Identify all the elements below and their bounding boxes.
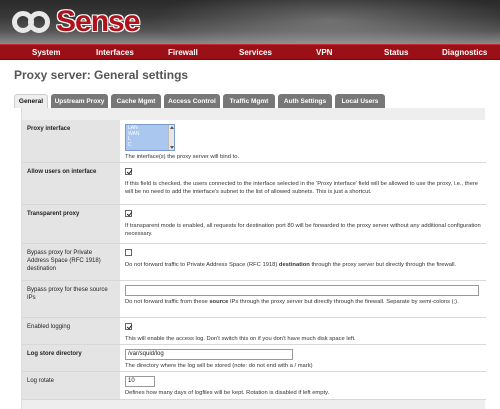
listbox-scrollbar[interactable] xyxy=(168,125,174,150)
row-bypass-private: Bypass proxy for Private Address Space (… xyxy=(22,244,486,281)
row-log-rotate: Log rotate 10 Defines how many days of l… xyxy=(22,372,486,400)
log-rotate-input[interactable]: 10 xyxy=(125,376,155,387)
tab-local-users[interactable]: Local Users xyxy=(335,94,385,108)
tab-auth-settings[interactable]: Auth Settings xyxy=(278,94,332,108)
log-rotate-label: Log rotate xyxy=(22,372,120,399)
row-log-directory: Log store directory /var/squid/log The d… xyxy=(22,345,486,372)
tab-cache-mgmt[interactable]: Cache Mgmt xyxy=(111,94,161,108)
nav-system[interactable]: System xyxy=(32,48,60,57)
bypass-private-description: Do not forward traffic to Private Addres… xyxy=(125,262,457,268)
tab-upstream-proxy[interactable]: Upstream Proxy xyxy=(51,94,108,108)
bypass-source-description: Do not forward traffic from these source… xyxy=(125,299,459,305)
nav-firewall[interactable]: Firewall xyxy=(168,48,198,57)
allow-users-label: Allow users on interface xyxy=(22,163,120,204)
tab-general[interactable]: General xyxy=(14,94,48,108)
top-nav: System Interfaces Firewall Services VPN … xyxy=(0,44,500,60)
row-transparent-proxy: Transparent proxy If transparent mode is… xyxy=(22,205,486,244)
row-logging: Enabled logging This will enable the acc… xyxy=(22,318,486,345)
logo-icon xyxy=(12,7,52,37)
row-allow-users: Allow users on interface If this field i… xyxy=(22,163,486,205)
logo[interactable]: Sense xyxy=(12,5,140,38)
logging-label: Enabled logging xyxy=(22,318,120,344)
row-bypass-source: Bypass proxy for these source IPs Do not… xyxy=(22,281,486,318)
proxy-interface-select[interactable]: LAN WAN L C xyxy=(125,124,175,151)
header-banner: Sense xyxy=(0,0,500,44)
transparent-proxy-checkbox[interactable] xyxy=(125,210,132,217)
nav-interfaces[interactable]: Interfaces xyxy=(96,48,134,57)
page-title: Proxy server: General settings xyxy=(14,68,189,82)
bypass-source-label: Bypass proxy for these source IPs xyxy=(22,281,120,317)
proxy-interface-label: Proxy interface xyxy=(22,120,120,162)
header-decoration xyxy=(120,0,500,44)
transparent-proxy-description: If transparent mode is enabled, all requ… xyxy=(125,223,481,237)
tab-traffic-mgmt[interactable]: Traffic Mgmt xyxy=(223,94,275,108)
bypass-source-input[interactable] xyxy=(125,285,479,296)
log-directory-input[interactable]: /var/squid/log xyxy=(125,349,293,360)
nav-vpn[interactable]: VPN xyxy=(316,48,332,57)
log-rotate-description: Defines how many days of logfiles will b… xyxy=(125,390,330,396)
row-proxy-interface: Proxy interface LAN WAN L C The interfac… xyxy=(22,120,486,163)
logging-checkbox[interactable] xyxy=(125,323,132,330)
logging-description: This will enable the access log. Don't s… xyxy=(125,336,356,342)
nav-diagnostics[interactable]: Diagnostics xyxy=(442,48,487,57)
bypass-private-checkbox[interactable] xyxy=(125,249,132,256)
allow-users-checkbox[interactable] xyxy=(125,168,132,175)
settings-form: Proxy interface LAN WAN L C The interfac… xyxy=(21,108,486,409)
transparent-proxy-label: Transparent proxy xyxy=(22,205,120,243)
allow-users-description: If this field is checked, the users conn… xyxy=(125,181,479,195)
bypass-private-label: Bypass proxy for Private Address Space (… xyxy=(22,244,120,280)
nav-services[interactable]: Services xyxy=(239,48,272,57)
nav-status[interactable]: Status xyxy=(384,48,408,57)
proxy-interface-description: The interface(s) the proxy server will b… xyxy=(125,154,240,160)
log-directory-description: The directory where the log will be stor… xyxy=(125,363,313,369)
tab-access-control[interactable]: Access Control xyxy=(164,94,220,108)
interface-option[interactable]: C xyxy=(128,142,172,149)
log-directory-label: Log store directory xyxy=(22,345,120,371)
logo-text: Sense xyxy=(56,5,140,38)
